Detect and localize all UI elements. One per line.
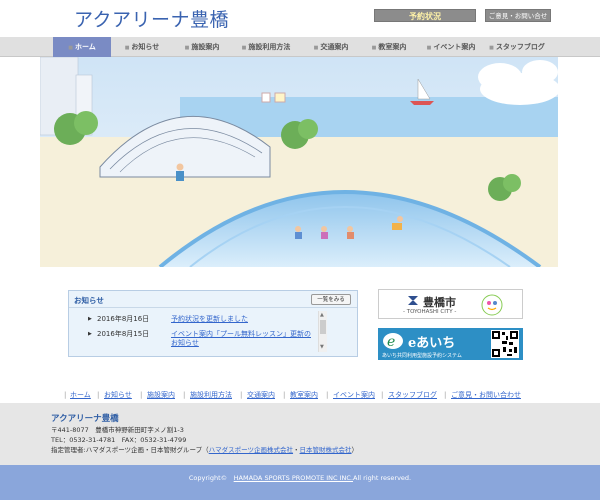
footer-link-classes[interactable]: 教室案内 [290,389,318,401]
e-aichi-banner[interactable]: e eあいち あいち共同利用型施設予約システム [378,328,523,360]
bullet-icon: ■ [371,45,377,51]
separator: | [64,391,67,399]
svg-text:e: e [387,334,395,350]
e-aichi-logo: eあいち [408,336,456,351]
manager-prefix: 指定管理者:ハマダスポーツ企画・日本管財グループ（ [51,446,209,454]
bullet-icon: ■ [489,45,494,51]
news-header: お知らせ 一覧をみる [69,291,357,308]
news-link[interactable]: イベント案内「プール無料レッスン」更新のお知らせ [171,330,316,348]
nav-label: お知らせ [131,43,160,51]
news-list-button[interactable]: 一覧をみる [311,294,351,305]
footer-link-events[interactable]: イベント案内 [333,389,375,401]
contact-button[interactable]: ご意見・お問い合せ [485,9,551,22]
copyright-suffix: All right reserved. [353,474,412,482]
bullet-icon: ■ [68,45,73,51]
separator: | [326,391,329,399]
nav-label: 施設案内 [191,43,220,51]
nav-item-usage[interactable]: ■ 施設利用方法 [235,37,297,57]
nav-label: イベント案内 [433,43,476,51]
nav-item-facility[interactable]: ■ 施設案内 [177,37,227,57]
footer-title: アクアリーナ豊橋 [51,414,119,424]
news-date: 2016年8月15日 [97,330,150,338]
footer-info: アクアリーナ豊橋 〒441-8077 豊橋市神野新田町字メノ割1-3 TEL：0… [0,403,600,465]
footer-address: 〒441-8077 豊橋市神野新田町字メノ割1-3 [51,426,184,434]
separator: | [283,391,286,399]
bullet-icon: ■ [426,45,432,51]
separator: | [97,391,100,399]
copyright-prefix: Copyright© [188,474,234,482]
arrow-right-icon: ▶ [88,316,92,322]
reservation-status-button[interactable]: 予約状況 [374,9,476,22]
news-date: 2016年8月16日 [97,315,150,323]
city-name: 豊橋市 [423,296,456,309]
news-list: ▶ 2016年8月16日 予約状況を更新しました ▶ 2016年8月15日 イベ… [69,309,323,355]
city-emblem-icon [408,296,418,305]
manager-link-nihon-kanzai[interactable]: 日本管財株式会社 [300,446,352,454]
separator: | [240,391,243,399]
city-mascot-icon [481,294,503,316]
copyright-bar: Copyright© HAMADA SPORTS PROMOTE INC INC… [0,465,600,500]
footer-link-home[interactable]: ホーム [70,389,91,401]
hero-svg [40,57,558,267]
bullet-icon: ■ [313,45,319,51]
nav-label: 教室案内 [378,43,407,51]
nav-item-blog[interactable]: ■ スタッフブログ [486,37,548,57]
nav-item-events[interactable]: ■ イベント案内 [422,37,480,57]
toyohashi-city-banner[interactable]: 豊橋市 - TOYOHASHI CITY - [378,289,523,319]
separator: | [183,391,186,399]
bullet-icon: ■ [241,45,247,51]
hero-illustration [40,57,558,267]
news-panel: お知らせ 一覧をみる ▶ 2016年8月16日 予約状況を更新しました ▶ 20… [68,290,358,357]
footer-link-contact[interactable]: ご意見・お問い合わせ [451,389,521,401]
nav-item-news[interactable]: ■ お知らせ [118,37,166,57]
site-title[interactable]: アクアリーナ豊橋 [74,5,229,32]
footer-link-news[interactable]: お知らせ [104,389,132,401]
e-aichi-subtitle: あいち共同利用型施設予約システム [382,353,462,359]
qr-code-icon [491,330,519,358]
nav-label: ホーム [74,43,96,51]
footer-link-facility[interactable]: 施設案内 [147,389,175,401]
copyright-link[interactable]: HAMADA SPORTS PROMOTE INC INC. [234,474,353,482]
scroll-down-icon[interactable]: ▼ [320,344,324,350]
arrow-right-icon: ▶ [88,331,92,337]
news-title: お知らせ [74,296,104,305]
nav-label: スタッフブログ [495,43,545,51]
footer-nav: | ホーム | お知らせ | 施設案内 | 施設利用方法 | 交通案内 | 教室… [0,389,600,401]
nav-item-access[interactable]: ■ 交通案内 [305,37,357,57]
news-scrollbar[interactable]: ▲ ▼ [318,311,327,352]
manager-suffix: ） [351,446,359,454]
news-link[interactable]: 予約状況を更新しました [171,315,316,324]
footer-link-access[interactable]: 交通案内 [247,389,275,401]
footer-link-usage[interactable]: 施設利用方法 [190,389,232,401]
bullet-icon: ■ [124,45,130,51]
manager-link-hamada[interactable]: ハマダスポーツ企画株式会社 [209,446,293,454]
separator: | [444,391,447,399]
scroll-thumb[interactable] [320,320,326,334]
copyright-text: Copyright© HAMADA SPORTS PROMOTE INC INC… [0,472,600,482]
nav-item-classes[interactable]: ■ 教室案内 [365,37,413,57]
footer-link-blog[interactable]: スタッフブログ [388,389,437,401]
scroll-up-icon[interactable]: ▲ [320,312,324,318]
city-subtitle: - TOYOHASHI CITY - [403,309,457,315]
separator: | [140,391,143,399]
nav-label: 施設利用方法 [248,43,291,51]
separator: | [381,391,384,399]
header: アクアリーナ豊橋 予約状況 ご意見・お問い合せ [0,0,600,37]
footer-tel: TEL：0532-31-4781 FAX：0532-31-4799 [51,436,187,444]
footer-manager: 指定管理者:ハマダスポーツ企画・日本管財グループ（ハマダスポーツ企画株式会社・日… [51,445,358,455]
nav-label: 交通案内 [320,43,349,51]
bullet-icon: ■ [184,45,190,51]
main-nav: ■ ホーム ■ お知らせ ■ 施設案内 ■ 施設利用方法 ■ 交通案内 ■ 教室案内 ■ イベ… [0,37,600,57]
nav-item-home[interactable]: ■ ホーム [53,37,111,57]
e-aichi-logo-icon: e [383,333,403,350]
